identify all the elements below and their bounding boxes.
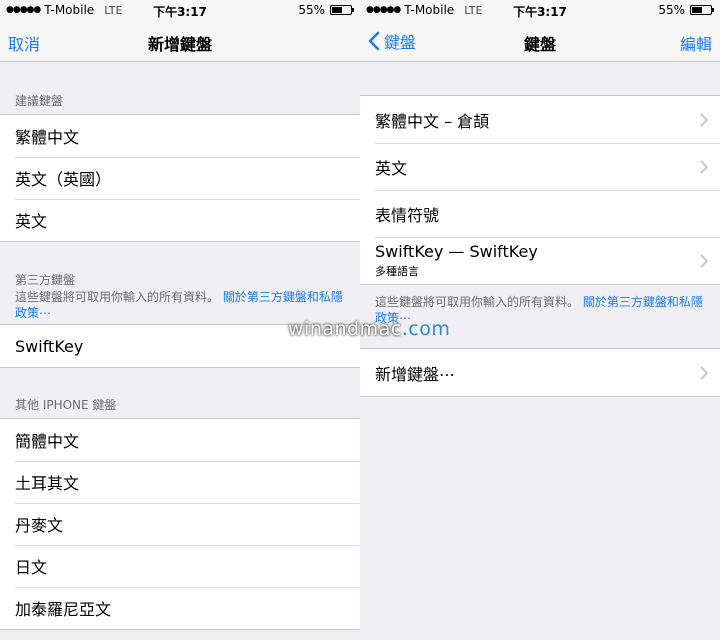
keyboard-option-turkish[interactable]: 土耳其文 [0, 461, 360, 503]
keyboard-item-swiftkey[interactable]: SwiftKey — SwiftKey 多種語言 [360, 237, 720, 284]
other-iphone-keyboards-list: 簡體中文 土耳其文 丹麥文 日文 加泰羅尼亞文 [0, 418, 360, 630]
keyboard-option-danish[interactable]: 丹麥文 [0, 503, 360, 545]
third-party-keyboards-header: 第三方鍵盤 [15, 273, 76, 287]
installed-keyboards-list: 繁體中文 – 倉頡 英文 表情符號 SwiftKey — SwiftKey 多種… [360, 95, 720, 285]
chevron-right-icon [700, 253, 708, 268]
other-iphone-keyboards-header: 其他 IPHONE 鍵盤 [15, 398, 117, 412]
keyboard-option-english[interactable]: 英文 [0, 199, 360, 241]
keyboard-option-japanese[interactable]: 日文 [0, 545, 360, 587]
third-party-privacy-note: 這些鍵盤將可取用你輸入的所有資料。 關於第三方鍵盤和私隱政策⋯ [15, 290, 343, 320]
add-keyboard-group: 新增鍵盤⋯ [360, 348, 720, 397]
chevron-right-icon [700, 112, 708, 127]
battery-fill [332, 7, 342, 13]
battery-percent: 55% [298, 3, 325, 17]
battery-icon [330, 5, 354, 15]
chevron-right-icon [700, 365, 708, 380]
keyboard-option-catalan[interactable]: 加泰羅尼亞文 [0, 587, 360, 629]
watermark-logo: winandmac.com [288, 318, 451, 340]
add-new-keyboard-button[interactable]: 新增鍵盤⋯ [360, 349, 720, 396]
page-title: 鍵盤 [523, 35, 556, 54]
chevron-right-icon [700, 159, 708, 174]
edit-button[interactable]: 編輯 [680, 31, 712, 55]
keyboard-option-simplified-chinese[interactable]: 簡體中文 [0, 419, 360, 461]
battery-fill [692, 7, 702, 13]
status-bar: ●●●●● T-Mobile LTE 下午3:17 55% [360, 0, 720, 20]
navigation-bar: 取消 新增鍵盤 [0, 20, 360, 62]
suggested-keyboards-list: 繁體中文 英文（英國） 英文 [0, 114, 360, 242]
status-bar: ●●●●● T-Mobile LTE 下午3:17 55% [0, 0, 360, 20]
keyboard-item-subtitle: 多種語言 [375, 265, 419, 278]
keyboard-option-traditional-chinese[interactable]: 繁體中文 [0, 115, 360, 157]
keyboard-item-english[interactable]: 英文 [360, 143, 720, 190]
navigation-bar: 鍵盤 鍵盤 編輯 [360, 20, 720, 62]
keyboard-option-english-uk[interactable]: 英文（英國） [0, 157, 360, 199]
keyboard-item-emoji[interactable]: 表情符號 [360, 190, 720, 237]
battery-icon [690, 5, 714, 15]
suggested-keyboards-header: 建議鍵盤 [15, 94, 64, 108]
keyboard-item-cangjie[interactable]: 繁體中文 – 倉頡 [360, 96, 720, 143]
page-title: 新增鍵盤 [147, 35, 212, 54]
battery-percent: 55% [658, 3, 685, 17]
